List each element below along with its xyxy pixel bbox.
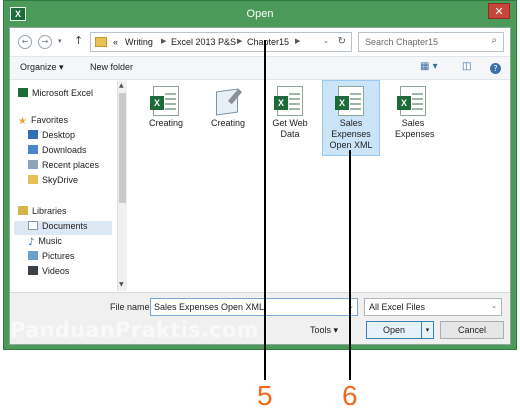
nav-item-pictures[interactable]: Pictures [28, 251, 75, 265]
nav-item-recent-places[interactable]: Recent places [28, 160, 99, 174]
file-item[interactable]: X Creating [138, 86, 194, 129]
callout-line-6 [349, 150, 351, 380]
breadcrumb-separator-icon[interactable]: ▶ [161, 37, 166, 45]
file-name-label: File name: [110, 302, 153, 312]
organize-button[interactable]: Organize ▾ [20, 62, 64, 73]
file-item[interactable]: Creating [200, 86, 256, 129]
address-dropdown-icon[interactable]: ⌄ [323, 37, 329, 45]
nav-item-label: Favorites [30, 115, 68, 125]
videos-icon [28, 266, 38, 275]
nav-item-label: SkyDrive [42, 175, 79, 185]
file-item[interactable]: X Get Web Data [262, 86, 318, 140]
nav-item-desktop[interactable]: Desktop [28, 130, 75, 144]
file-label: Creating [148, 118, 184, 128]
breadcrumb-chapter15[interactable]: Chapter15 [247, 37, 289, 47]
open-dialog: X Open ✕ ← → ▾ ↑ « Writing ▶ Excel 2013 … [3, 0, 517, 350]
nav-item-label: Microsoft Excel [32, 88, 94, 98]
excel-file-icon: X [397, 86, 426, 116]
downloads-icon [28, 145, 38, 154]
new-folder-button[interactable]: New folder [90, 62, 133, 72]
chevron-down-icon[interactable]: ⌄ [491, 302, 497, 310]
documents-icon [28, 221, 38, 230]
file-type-select[interactable]: All Excel Files ⌄ [364, 298, 502, 316]
address-bar[interactable]: « Writing ▶ Excel 2013 P&S ▶ Chapter15 ▶… [90, 32, 352, 52]
back-arrow-icon[interactable]: ← [18, 35, 32, 49]
address-row: ← → ▾ ↑ « Writing ▶ Excel 2013 P&S ▶ Cha… [10, 28, 510, 56]
file-name-value: Sales Expenses Open XML [154, 302, 265, 312]
callout-line-5 [264, 40, 266, 380]
title-bar: X Open ✕ [4, 1, 516, 27]
nav-item-label: Desktop [42, 130, 76, 140]
tools-button[interactable]: Tools ▾ [310, 325, 338, 336]
nav-item-microsoft-excel[interactable]: Microsoft Excel [18, 88, 93, 102]
excel-file-icon: X [335, 86, 364, 116]
scroll-up-icon[interactable]: ▲ [119, 82, 124, 89]
cancel-button[interactable]: Cancel [440, 321, 504, 339]
breadcrumb-separator-icon[interactable]: ▶ [237, 37, 242, 45]
scroll-down-icon[interactable]: ▼ [119, 281, 124, 288]
star-icon: ★ [18, 116, 27, 127]
dialog-body: ← → ▾ ↑ « Writing ▶ Excel 2013 P&S ▶ Cha… [9, 27, 511, 345]
navigation-pane: Microsoft Excel ★ Favorites Desktop Downl… [10, 81, 117, 291]
command-toolbar: Organize ▾ New folder ▦ ▾ ◫ ? [10, 56, 510, 80]
nav-item-label: Libraries [32, 206, 67, 216]
desktop-icon [28, 130, 38, 139]
callout-number-6: 6 [342, 380, 358, 410]
excel-file-icon: X [150, 86, 179, 116]
nav-item-favorites[interactable]: ★ Favorites [18, 115, 68, 129]
skydrive-icon [28, 175, 38, 184]
file-type-value: All Excel Files [369, 302, 426, 312]
nav-item-downloads[interactable]: Downloads [28, 145, 87, 159]
file-name-input[interactable]: Sales Expenses Open XML ⌄ [150, 298, 358, 316]
music-icon: ♪ [28, 237, 35, 248]
breadcrumb-excel-2013[interactable]: Excel 2013 P&S [171, 37, 236, 47]
nav-item-label: Music [38, 236, 62, 246]
nav-item-label: Downloads [42, 145, 87, 155]
file-label: Sales Expenses Open XML [329, 118, 373, 150]
window-title: Open [246, 8, 274, 20]
open-button[interactable]: Open ▾ [366, 321, 434, 339]
nav-scrollbar[interactable]: ▲ ▼ [117, 81, 127, 291]
open-split-chevron-icon[interactable]: ▾ [421, 322, 433, 338]
help-icon[interactable]: ? [490, 63, 501, 74]
recent-icon [28, 160, 38, 169]
breadcrumb-writing[interactable]: Writing [125, 37, 153, 47]
forward-arrow-icon[interactable]: → [38, 35, 52, 49]
nav-item-label: Recent places [42, 160, 100, 170]
close-button[interactable]: ✕ [488, 3, 510, 19]
breadcrumb-overflow[interactable]: « [113, 37, 118, 47]
search-input[interactable]: Search Chapter15 ⌕ [358, 32, 504, 52]
libraries-icon [18, 206, 28, 215]
file-label: Creating [210, 118, 246, 128]
view-options-icon[interactable]: ▦ ▾ [420, 61, 438, 72]
file-item-selected[interactable]: X Sales Expenses Open XML [322, 80, 380, 156]
nav-item-label: Pictures [42, 251, 75, 261]
file-item[interactable]: X Sales Expenses [385, 86, 441, 140]
up-folder-icon[interactable]: ↑ [74, 34, 83, 47]
excel-file-icon: X [274, 86, 303, 116]
notepad-file-icon [213, 86, 243, 116]
search-placeholder: Search Chapter15 [365, 37, 439, 47]
nav-item-videos[interactable]: Videos [28, 266, 69, 280]
folder-icon [95, 37, 107, 47]
watermark: PanduanPraktis.com [10, 318, 259, 342]
excel-icon [18, 88, 28, 97]
nav-item-music[interactable]: ♪ Music [28, 236, 62, 250]
search-icon[interactable]: ⌕ [491, 35, 497, 46]
refresh-icon[interactable]: ↻ [338, 36, 346, 47]
open-button-label: Open [382, 325, 406, 335]
preview-pane-icon[interactable]: ◫ [462, 61, 471, 72]
file-label: Sales Expenses [395, 118, 435, 139]
breadcrumb-separator-icon[interactable]: ▶ [295, 37, 300, 45]
nav-item-skydrive[interactable]: SkyDrive [28, 175, 78, 189]
pictures-icon [28, 251, 38, 260]
nav-item-documents[interactable]: Documents [14, 221, 112, 235]
callout-number-5: 5 [257, 380, 273, 410]
nav-item-label: Videos [42, 266, 70, 276]
scrollbar-thumb[interactable] [119, 93, 126, 203]
file-label: Get Web Data [272, 118, 308, 139]
nav-item-label: Documents [42, 221, 88, 231]
recent-locations-icon[interactable]: ▾ [58, 37, 62, 45]
nav-item-libraries[interactable]: Libraries [18, 206, 67, 220]
